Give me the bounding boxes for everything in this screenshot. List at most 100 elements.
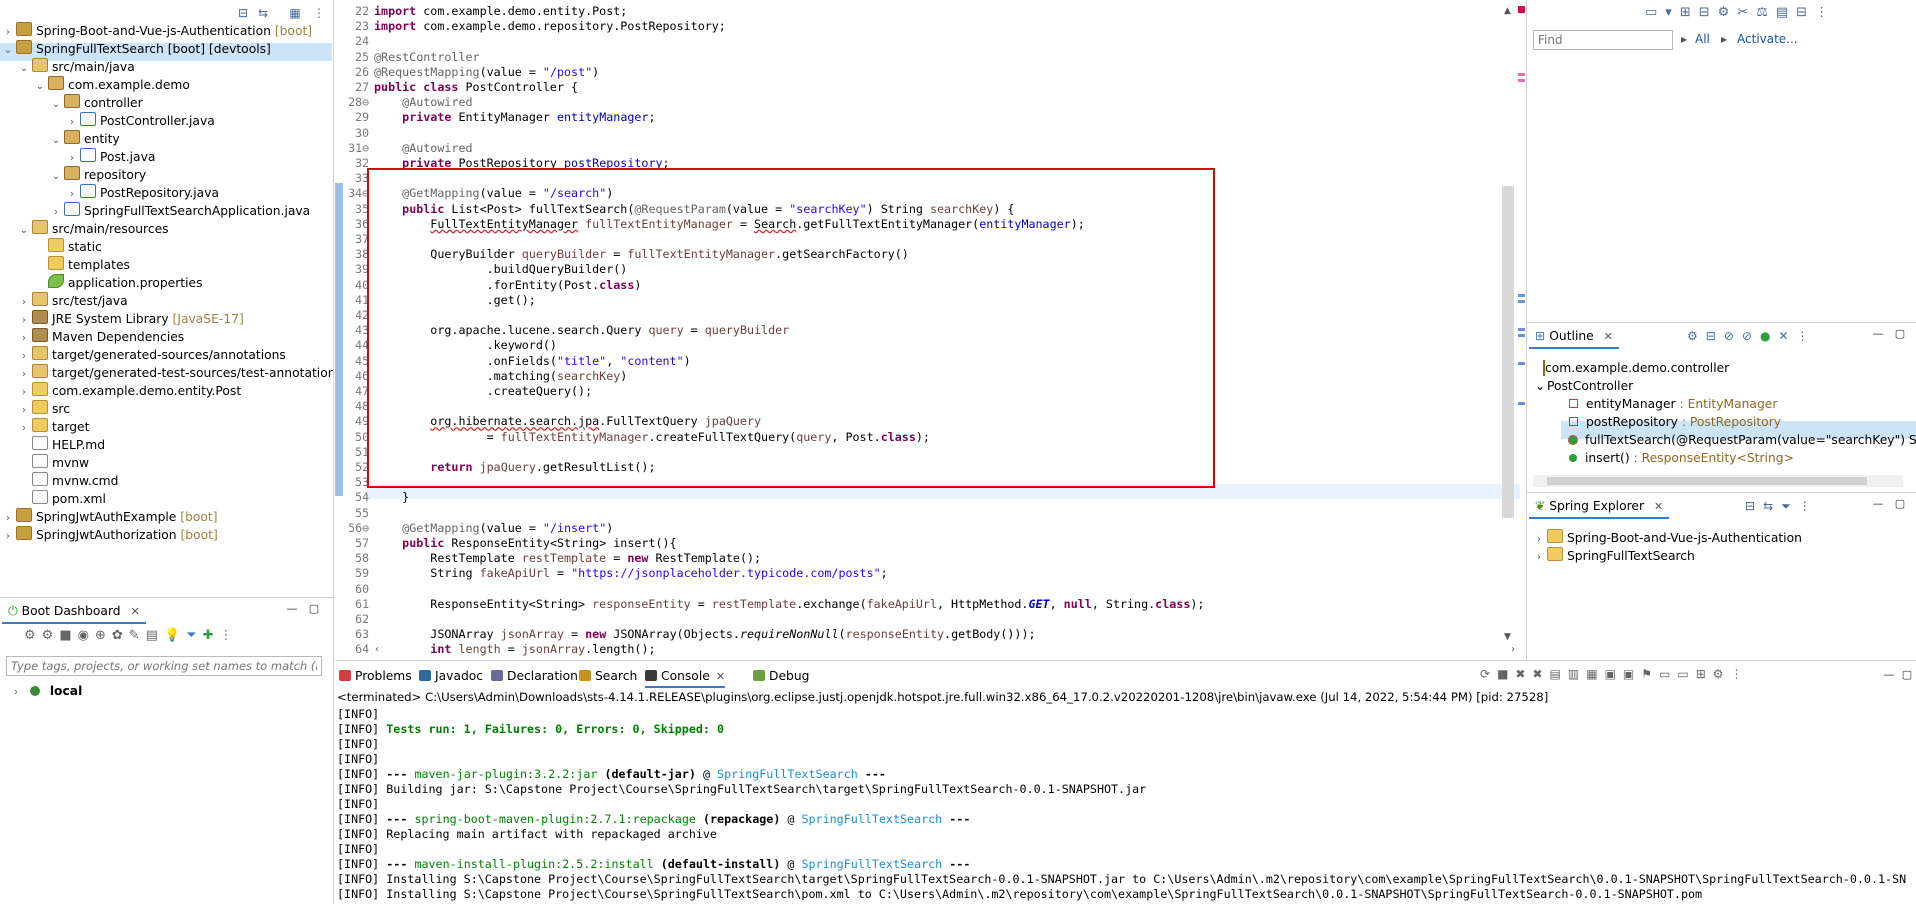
outline-item[interactable]: postRepository : PostRepository (1565, 413, 1781, 431)
show-stderr-icon[interactable]: ▣ (1623, 667, 1641, 681)
horizontal-scrollbar[interactable]: ‹ › (375, 644, 1515, 658)
code-line[interactable]: org.hibernate.search.jpa.FullTextQuery j… (374, 414, 761, 428)
new-console-icon[interactable]: ▭ (1677, 667, 1695, 681)
code-line[interactable]: .matching(searchKey) (374, 369, 628, 383)
sort-icon[interactable]: ⚙ (1687, 329, 1706, 343)
link-editor-icon[interactable]: ⇆ (256, 6, 270, 20)
group-icon[interactable]: ⊟ (1699, 5, 1718, 20)
close-icon[interactable]: ✕ (716, 670, 725, 683)
tree-item[interactable]: mvnw (18, 454, 89, 472)
tree-item[interactable]: templates (34, 256, 130, 274)
add-icon[interactable]: ✚ (203, 628, 220, 643)
scrollbar-thumb[interactable] (1547, 477, 1867, 485)
chevron-down-icon[interactable]: ⌄ (50, 168, 62, 186)
code-line[interactable]: @Autowired (374, 141, 472, 155)
scroll-lock-icon[interactable]: ▥ (1568, 667, 1586, 681)
chevron-down-icon[interactable]: ⌄ (18, 222, 30, 240)
code-line[interactable]: @GetMapping(value = "/search") (374, 186, 613, 200)
tree-item[interactable]: › target/generated-sources/annotations (18, 346, 286, 364)
debug-icon[interactable]: ◉ (78, 628, 95, 643)
hide-fields-icon[interactable]: ⊘ (1724, 329, 1742, 343)
scroll-down-icon[interactable]: ▼ (1504, 632, 1511, 642)
all-link[interactable]: All (1695, 32, 1710, 46)
tree-item[interactable]: HELP.md (18, 436, 105, 454)
code-line[interactable]: public class PostController { (374, 80, 578, 94)
tree-item[interactable]: › com.example.demo.entity.Post (18, 382, 241, 400)
scrollbar-thumb[interactable] (1502, 186, 1514, 518)
chevron-down-icon[interactable]: ⌄ (50, 132, 62, 150)
tab-console[interactable]: Console ✕ (645, 666, 726, 688)
code-line[interactable]: .forEntity(Post.class) (374, 278, 642, 292)
collapse-icon[interactable]: ⊟ (1745, 499, 1763, 513)
chevron-right-icon[interactable]: › (2, 528, 14, 546)
collapse-icon[interactable]: ⊟ (1796, 5, 1815, 20)
find-input[interactable] (1533, 30, 1673, 50)
config-icon[interactable]: ✿ (112, 628, 129, 643)
close-icon[interactable]: ✕ (1604, 330, 1613, 343)
spring-item[interactable]: › Spring-Boot-and-Vue-js-Authentication (1533, 529, 1802, 547)
code-line[interactable]: private PostRepository postRepository; (374, 156, 669, 170)
open-browser-icon[interactable]: ⊕ (95, 628, 112, 643)
show-stdout-icon[interactable]: ▣ (1605, 667, 1623, 681)
chevron-down-icon[interactable]: ⌄ (18, 60, 30, 78)
display-console-icon[interactable]: ▭ (1659, 667, 1677, 681)
boot-filter-input[interactable] (6, 656, 322, 676)
tree-item[interactable]: ⌄ src/main/java (18, 58, 135, 76)
scroll-right-icon[interactable]: › (1511, 644, 1515, 655)
tab-debug[interactable]: Debug (753, 666, 809, 686)
code-editor[interactable]: 22 23 24 25 26 27 28⊖ 29 30 31⊖ 32 33 34⊖ 35 36 37 38 39 4… (335, 0, 1527, 660)
restart-icon[interactable]: ⚙ (42, 628, 60, 643)
hide-local-icon[interactable]: ✕ (1778, 329, 1796, 343)
outline-item[interactable]: insert() : ResponseEntity<String> (1565, 449, 1794, 467)
code-line[interactable]: private EntityManager entityManager; (374, 110, 655, 124)
open-console-icon[interactable]: ⊞ (1696, 667, 1713, 681)
tree-item[interactable]: ⌄ SpringFullTextSearch [boot] [devtools] (2, 40, 271, 58)
code-line[interactable]: org.apache.lucene.search.Query query = q… (374, 323, 789, 337)
link-icon[interactable]: ⇆ (1763, 499, 1781, 513)
code-line[interactable]: @Autowired (374, 95, 472, 109)
maximize-icon[interactable]: ▢ (308, 603, 320, 615)
activate-link[interactable]: Activate... (1737, 32, 1798, 46)
tab-problems[interactable]: Problems (339, 666, 412, 686)
tree-item[interactable]: application.properties (34, 274, 203, 292)
chevron-down-icon[interactable]: ⌄ (50, 96, 62, 114)
outline-hscrollbar[interactable] (1533, 475, 1903, 487)
edit-icon[interactable]: ✎ (129, 628, 146, 643)
minimize-icon[interactable]: — (286, 603, 298, 615)
tree-item[interactable]: › src/test/java (18, 292, 128, 310)
hide-icon[interactable]: ⚖ (1756, 5, 1776, 20)
view-menu-icon[interactable]: ⋮ (1797, 329, 1817, 343)
close-icon[interactable]: ✕ (131, 605, 140, 618)
chevron-right-icon[interactable]: › (1533, 549, 1545, 567)
maximize-icon[interactable]: ▢ (1894, 498, 1906, 510)
tree-item[interactable]: › Post.java (66, 148, 155, 166)
clear-icon[interactable]: ▤ (1550, 667, 1568, 681)
tree-item[interactable]: › Maven Dependencies (18, 328, 184, 346)
tree-item[interactable]: › PostRepository.java (66, 184, 219, 202)
minimize-icon[interactable]: — (1872, 498, 1884, 510)
code-line[interactable]: FullTextEntityManager fullTextEntityMana… (374, 217, 1084, 231)
outline-item[interactable]: entityManager : EntityManager (1565, 395, 1777, 413)
view-menu-icon[interactable]: ⋮ (1799, 499, 1819, 513)
new-task-icon[interactable]: ▭ (1645, 5, 1665, 20)
code-line[interactable]: JSONArray jsonArray = new JSONArray(Obje… (374, 627, 1035, 641)
code-line[interactable]: RestTemplate restTemplate = new RestTemp… (374, 551, 761, 565)
bulb-icon[interactable]: 💡 (164, 628, 186, 643)
tree-item[interactable]: static (34, 238, 102, 256)
tree-item[interactable]: ⌄ com.example.demo (34, 76, 190, 94)
terminate-icon[interactable]: ■ (1497, 667, 1515, 681)
vertical-scrollbar[interactable]: ▲ ▼ (1502, 6, 1514, 642)
tree-item[interactable]: › SpringFullTextSearchApplication.java (50, 202, 310, 220)
code-line[interactable]: import com.example.demo.entity.Post; (374, 4, 627, 18)
focus-icon[interactable]: ✂ (1737, 5, 1756, 20)
outline-item[interactable]: ⌄ PostController (1535, 377, 1633, 395)
minimize-icon[interactable]: — (1883, 669, 1895, 681)
maximize-icon[interactable]: ▢ (1901, 669, 1913, 681)
view-menu-icon[interactable]: ⋮ (312, 6, 326, 20)
collapse-icon[interactable]: ⊟ (1706, 329, 1724, 343)
tab-spring-explorer[interactable]: ❦ Spring Explorer ✕ (1529, 496, 1670, 519)
tab-declaration[interactable]: Declaration (491, 666, 578, 686)
code-line[interactable]: } (374, 490, 409, 504)
code-line[interactable]: String fakeApiUrl = "https://jsonplaceho… (374, 566, 887, 580)
code-line[interactable]: QueryBuilder queryBuilder = fullTextEnti… (374, 247, 909, 261)
